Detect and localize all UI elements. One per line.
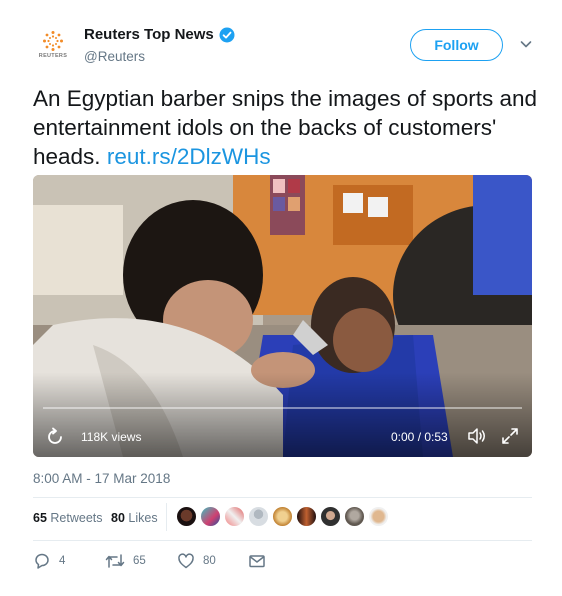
retweet-count: 65 xyxy=(133,555,146,567)
avatar-wordmark: REUTERS xyxy=(38,52,68,59)
volume-icon[interactable] xyxy=(466,426,488,446)
stats-separator xyxy=(166,503,167,531)
retweet-icon xyxy=(105,554,125,568)
tweet-card: REUTERS Reuters Top News @Reuters Follow… xyxy=(0,0,562,596)
follow-button[interactable]: Follow xyxy=(410,29,503,61)
tweet-text: An Egyptian barber snips the images of s… xyxy=(33,84,543,171)
liker-avatar[interactable] xyxy=(296,506,317,527)
video-views: 118K views xyxy=(81,430,142,444)
liker-avatar[interactable] xyxy=(248,506,269,527)
retweet-action[interactable]: 65 xyxy=(105,552,146,570)
verified-badge-icon xyxy=(219,27,235,42)
likes-stat[interactable]: 80 Likes xyxy=(111,511,158,525)
account-handle[interactable]: @Reuters xyxy=(84,49,145,64)
like-action[interactable]: 80 xyxy=(177,552,216,570)
retweets-count: 65 xyxy=(33,511,47,525)
liker-avatar[interactable] xyxy=(200,506,221,527)
reuters-logo-icon xyxy=(43,30,63,51)
like-count: 80 xyxy=(203,555,216,567)
liker-avatar[interactable] xyxy=(224,506,245,527)
reply-action[interactable]: 4 xyxy=(33,552,65,570)
divider xyxy=(33,540,532,541)
tweet-link[interactable]: reut.rs/2DlzWHs xyxy=(107,144,271,169)
reply-icon xyxy=(35,553,49,569)
likes-count: 80 xyxy=(111,511,125,525)
divider xyxy=(33,497,532,498)
tweet-timestamp[interactable]: 8:00 AM - 17 Mar 2018 xyxy=(33,471,170,486)
liker-avatars xyxy=(176,506,389,527)
liker-avatar[interactable] xyxy=(176,506,197,527)
account-display-name[interactable]: Reuters Top News xyxy=(84,26,214,43)
heart-icon xyxy=(178,553,194,569)
reuters-avatar[interactable]: REUTERS xyxy=(33,24,73,64)
video-frame xyxy=(33,175,532,457)
likes-label: Likes xyxy=(128,511,158,525)
retweets-label: Retweets xyxy=(50,511,103,525)
liker-avatar[interactable] xyxy=(368,506,389,527)
direct-message-action[interactable] xyxy=(248,552,266,570)
video-time: 0:00 / 0:53 xyxy=(391,430,448,444)
liker-avatar[interactable] xyxy=(320,506,341,527)
reply-count: 4 xyxy=(59,555,66,567)
envelope-icon xyxy=(249,555,265,568)
liker-avatar[interactable] xyxy=(272,506,293,527)
chevron-down-icon[interactable] xyxy=(518,36,534,52)
account-name-row[interactable]: Reuters Top News xyxy=(84,26,235,43)
retweets-stat[interactable]: 65 Retweets xyxy=(33,511,103,525)
fullscreen-expand-icon[interactable] xyxy=(500,426,520,446)
video-player[interactable]: 118K views 0:00 / 0:53 xyxy=(33,175,532,457)
replay-icon[interactable] xyxy=(45,427,65,447)
liker-avatar[interactable] xyxy=(344,506,365,527)
video-progress-bar[interactable] xyxy=(43,407,522,409)
